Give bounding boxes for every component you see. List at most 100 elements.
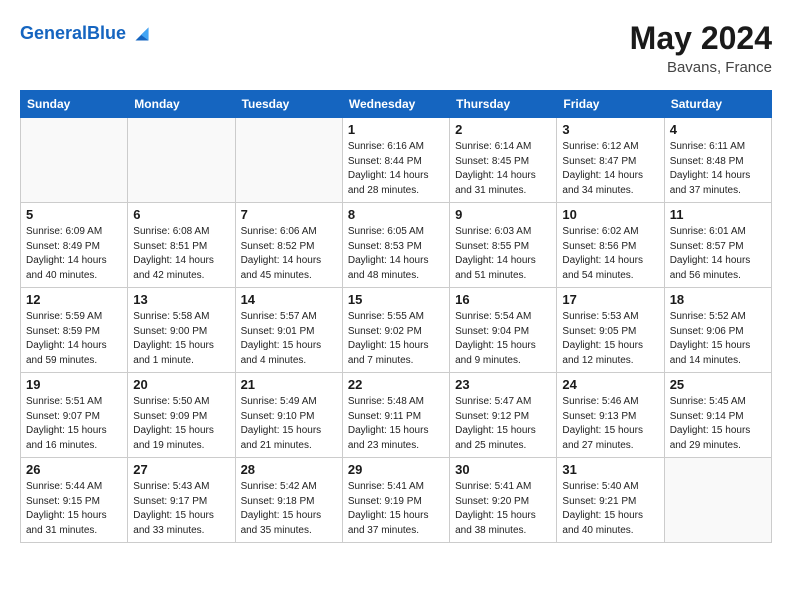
calendar-cell: 12Sunrise: 5:59 AMSunset: 8:59 PMDayligh… (21, 288, 128, 373)
calendar-cell: 29 Sunrise: 5:41 AMSunset: 9:19 PMDayligh… (342, 458, 449, 543)
day-number: 17 (562, 292, 658, 307)
day-info: Sunrise: 5:46 AMSunset: 9:13 PMDaylight:… (562, 395, 658, 453)
day-number: 1 (348, 122, 444, 137)
day-info: Sunrise: 6:14 AMSunset: 8:45 PMDaylight:… (455, 140, 551, 198)
logo: GeneralBlue (20, 20, 156, 48)
day-info: Sunrise: 5:50 AMSunset: 9:09 PMDaylight:… (133, 395, 229, 453)
day-info: Sunrise: 6:05 AMSunset: 8:53 PMDaylight:… (348, 225, 444, 283)
day-info: Sunrise: 5:53 AMSunset: 9:05 PMDaylight:… (562, 310, 658, 368)
day-info: Sunrise: 5:55 AMSunset: 9:02 PMDaylight:… (348, 310, 444, 368)
day-number: 14 (241, 292, 337, 307)
header: GeneralBlue May 2024 Bavans, France (20, 20, 772, 76)
day-info: Sunrise: 5:43 AMSunset: 9:17 PMDaylight:… (133, 480, 229, 538)
day-info: Sunrise: 5:48 AMSunset: 9:11 PMDaylight:… (348, 395, 444, 453)
logo-general: General (20, 23, 87, 43)
day-info: Sunrise: 5:51 AMSunset: 9:07 PMDaylight:… (26, 395, 122, 453)
day-number: 28 (241, 462, 337, 477)
day-number: 2 (455, 122, 551, 137)
day-number: 9 (455, 207, 551, 222)
calendar-cell: 25 Sunrise: 5:45 AMSunset: 9:14 PMDayligh… (664, 373, 771, 458)
day-info: Sunrise: 6:03 AMSunset: 8:55 PMDaylight:… (455, 225, 551, 283)
day-info: Sunrise: 5:49 AMSunset: 9:10 PMDaylight:… (241, 395, 337, 453)
col-header-monday: Monday (128, 91, 235, 118)
calendar-cell: 17 Sunrise: 5:53 AMSunset: 9:05 PMDayligh… (557, 288, 664, 373)
day-info: Sunrise: 5:47 AMSunset: 9:12 PMDaylight:… (455, 395, 551, 453)
calendar-cell: 14 Sunrise: 5:57 AMSunset: 9:01 PMDayligh… (235, 288, 342, 373)
page: GeneralBlue May 2024 Bavans, France Sund… (0, 0, 792, 563)
day-number: 19 (26, 377, 122, 392)
day-info: Sunrise: 5:44 AMSunset: 9:15 PMDaylight:… (26, 480, 122, 538)
col-header-sunday: Sunday (21, 91, 128, 118)
calendar-cell (664, 458, 771, 543)
col-header-friday: Friday (557, 91, 664, 118)
day-info: Sunrise: 5:59 AMSunset: 8:59 PMDaylight:… (26, 310, 122, 368)
calendar-cell: 7Sunrise: 6:06 AMSunset: 8:52 PMDaylight… (235, 203, 342, 288)
calendar-week-row: 5 Sunrise: 6:09 AMSunset: 8:49 PMDaylight… (21, 203, 772, 288)
calendar-cell: 16 Sunrise: 5:54 AMSunset: 9:04 PMDayligh… (450, 288, 557, 373)
calendar-cell: 5 Sunrise: 6:09 AMSunset: 8:49 PMDaylight… (21, 203, 128, 288)
day-info: Sunrise: 6:08 AMSunset: 8:51 PMDaylight:… (133, 225, 229, 283)
calendar-header-row: SundayMondayTuesdayWednesdayThursdayFrid… (21, 91, 772, 118)
location: Bavans, France (630, 59, 772, 76)
day-info: Sunrise: 5:57 AMSunset: 9:01 PMDaylight:… (241, 310, 337, 368)
day-info: Sunrise: 5:54 AMSunset: 9:04 PMDaylight:… (455, 310, 551, 368)
calendar-cell: 9 Sunrise: 6:03 AMSunset: 8:55 PMDaylight… (450, 203, 557, 288)
calendar-cell: 26 Sunrise: 5:44 AMSunset: 9:15 PMDayligh… (21, 458, 128, 543)
day-number: 20 (133, 377, 229, 392)
day-number: 27 (133, 462, 229, 477)
calendar-cell: 3 Sunrise: 6:12 AMSunset: 8:47 PMDaylight… (557, 118, 664, 203)
col-header-saturday: Saturday (664, 91, 771, 118)
calendar-cell: 4Sunrise: 6:11 AMSunset: 8:48 PMDaylight… (664, 118, 771, 203)
day-info: Sunrise: 6:09 AMSunset: 8:49 PMDaylight:… (26, 225, 122, 283)
day-info: Sunrise: 5:58 AMSunset: 9:00 PMDaylight:… (133, 310, 229, 368)
calendar-week-row: 26 Sunrise: 5:44 AMSunset: 9:15 PMDayligh… (21, 458, 772, 543)
title-block: May 2024 Bavans, France (630, 20, 772, 76)
calendar-cell: 30Sunrise: 5:41 AMSunset: 9:20 PMDayligh… (450, 458, 557, 543)
day-info: Sunrise: 5:45 AMSunset: 9:14 PMDaylight:… (670, 395, 766, 453)
day-number: 3 (562, 122, 658, 137)
logo-text: GeneralBlue (20, 24, 126, 44)
day-number: 25 (670, 377, 766, 392)
calendar-week-row: 19 Sunrise: 5:51 AMSunset: 9:07 PMDayligh… (21, 373, 772, 458)
calendar-cell: 23Sunrise: 5:47 AMSunset: 9:12 PMDayligh… (450, 373, 557, 458)
day-number: 5 (26, 207, 122, 222)
logo-icon (128, 20, 156, 48)
calendar-cell: 22Sunrise: 5:48 AMSunset: 9:11 PMDayligh… (342, 373, 449, 458)
day-info: Sunrise: 5:41 AMSunset: 9:19 PMDaylight:… (348, 480, 444, 538)
logo-blue: Blue (87, 23, 126, 43)
day-number: 26 (26, 462, 122, 477)
calendar-cell: 19 Sunrise: 5:51 AMSunset: 9:07 PMDayligh… (21, 373, 128, 458)
day-number: 6 (133, 207, 229, 222)
day-info: Sunrise: 6:06 AMSunset: 8:52 PMDaylight:… (241, 225, 337, 283)
day-number: 21 (241, 377, 337, 392)
calendar-cell: 15 Sunrise: 5:55 AMSunset: 9:02 PMDayligh… (342, 288, 449, 373)
day-number: 16 (455, 292, 551, 307)
day-number: 29 (348, 462, 444, 477)
col-header-tuesday: Tuesday (235, 91, 342, 118)
calendar-cell: 11Sunrise: 6:01 AMSunset: 8:57 PMDayligh… (664, 203, 771, 288)
calendar-cell: 13 Sunrise: 5:58 AMSunset: 9:00 PMDayligh… (128, 288, 235, 373)
day-number: 13 (133, 292, 229, 307)
day-info: Sunrise: 6:02 AMSunset: 8:56 PMDaylight:… (562, 225, 658, 283)
col-header-wednesday: Wednesday (342, 91, 449, 118)
month-year: May 2024 (630, 20, 772, 57)
day-number: 18 (670, 292, 766, 307)
day-info: Sunrise: 6:11 AMSunset: 8:48 PMDaylight:… (670, 140, 766, 198)
calendar-cell: 31 Sunrise: 5:40 AMSunset: 9:21 PMDayligh… (557, 458, 664, 543)
day-number: 11 (670, 207, 766, 222)
calendar-cell (21, 118, 128, 203)
day-info: Sunrise: 5:41 AMSunset: 9:20 PMDaylight:… (455, 480, 551, 538)
day-info: Sunrise: 6:12 AMSunset: 8:47 PMDaylight:… (562, 140, 658, 198)
col-header-thursday: Thursday (450, 91, 557, 118)
day-number: 15 (348, 292, 444, 307)
calendar-table: SundayMondayTuesdayWednesdayThursdayFrid… (20, 90, 772, 543)
day-number: 8 (348, 207, 444, 222)
day-info: Sunrise: 5:40 AMSunset: 9:21 PMDaylight:… (562, 480, 658, 538)
calendar-cell: 28Sunrise: 5:42 AMSunset: 9:18 PMDayligh… (235, 458, 342, 543)
calendar-cell (235, 118, 342, 203)
calendar-cell: 27 Sunrise: 5:43 AMSunset: 9:17 PMDayligh… (128, 458, 235, 543)
day-info: Sunrise: 6:16 AMSunset: 8:44 PMDaylight:… (348, 140, 444, 198)
calendar-cell: 10Sunrise: 6:02 AMSunset: 8:56 PMDayligh… (557, 203, 664, 288)
calendar-cell: 1 Sunrise: 6:16 AMSunset: 8:44 PMDaylight… (342, 118, 449, 203)
day-number: 31 (562, 462, 658, 477)
